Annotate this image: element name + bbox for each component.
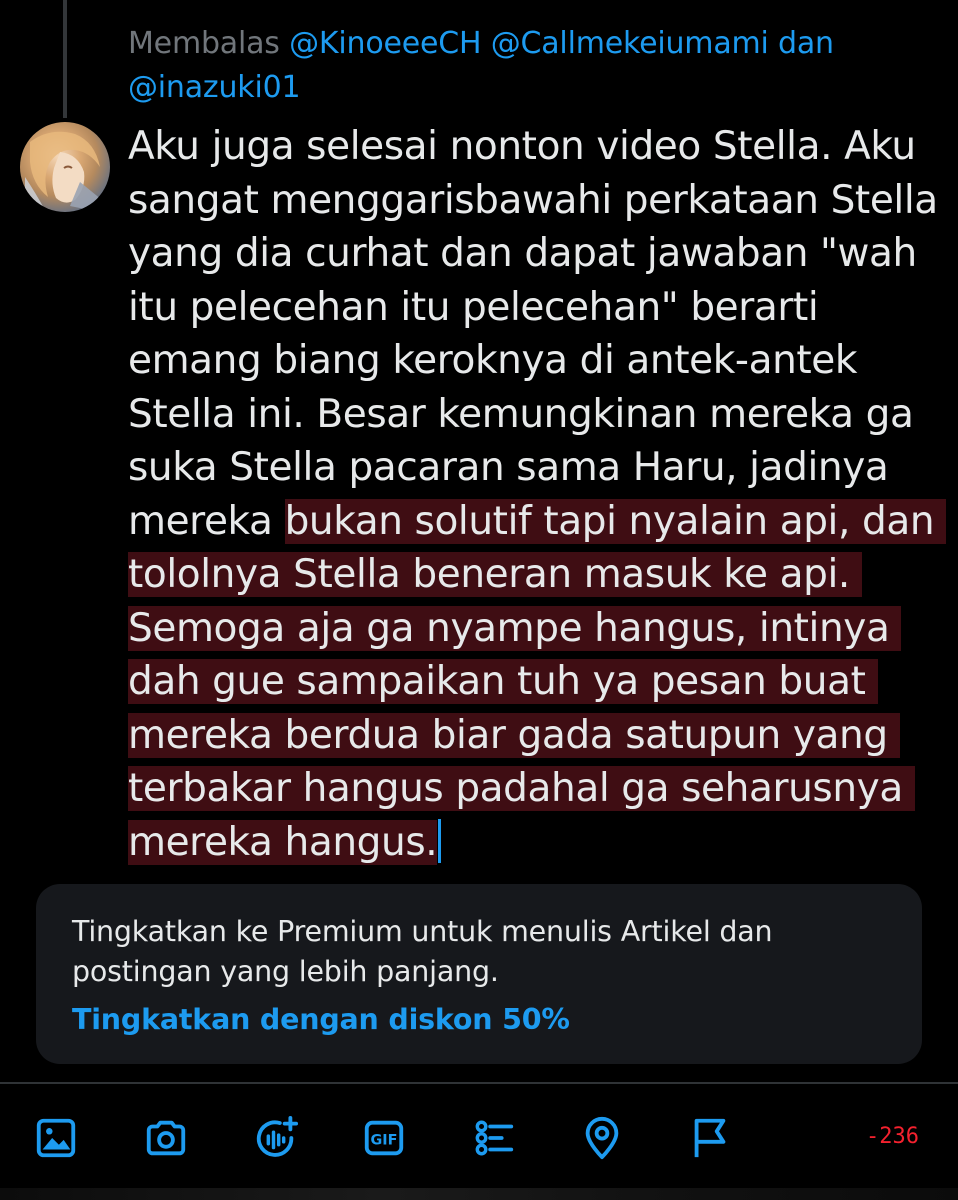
reply-text-within-limit: Aku juga selesai nonton video Stella. Ak… xyxy=(128,124,950,544)
mention-conjunction[interactable]: dan xyxy=(778,26,834,61)
character-counter: -236 xyxy=(866,1124,919,1149)
replying-to-line: Membalas @KinoeeeCH @Callmekeiumami dan @… xyxy=(128,22,938,110)
thread-line xyxy=(63,0,67,118)
poll-button[interactable] xyxy=(468,1112,520,1164)
flag-icon xyxy=(694,1118,726,1158)
mention-kinoeeech[interactable]: @KinoeeeCH xyxy=(289,26,481,61)
reply-composer-screen: Membalas @KinoeeeCH @Callmekeiumami dan @… xyxy=(0,0,958,1200)
gif-icon-label: GIF xyxy=(371,1133,398,1149)
flag-button[interactable] xyxy=(684,1112,736,1164)
avatar[interactable] xyxy=(20,122,110,212)
toolbar-divider xyxy=(0,1082,958,1084)
reply-text-over-limit: bukan solutif tapi nyalain api, dan tolo… xyxy=(128,498,947,865)
replying-to-label: Membalas xyxy=(128,26,280,61)
poll-icon xyxy=(475,1120,514,1156)
background-sliver xyxy=(0,1188,958,1200)
camera-button[interactable] xyxy=(140,1112,192,1164)
avatar-image xyxy=(25,131,102,210)
premium-upsell-card: Tingkatkan ke Premium untuk menulis Arti… xyxy=(36,884,922,1064)
image-icon xyxy=(36,1118,76,1158)
premium-upsell-message: Tingkatkan ke Premium untuk menulis Arti… xyxy=(72,915,773,988)
mention-inazuki01[interactable]: @inazuki01 xyxy=(128,70,301,105)
text-caret xyxy=(438,818,442,863)
mention-callmekeiumami[interactable]: @Callmekeiumami xyxy=(491,26,769,61)
reply-text-input[interactable]: Aku juga selesai nonton video Stella. Ak… xyxy=(128,120,948,869)
media-button[interactable] xyxy=(30,1112,82,1164)
voice-button[interactable] xyxy=(250,1112,302,1164)
gif-icon: GIF xyxy=(364,1120,404,1156)
location-icon xyxy=(585,1116,619,1160)
camera-icon xyxy=(146,1120,186,1156)
composer-toolbar: GIF xyxy=(0,1100,958,1180)
gif-button[interactable]: GIF xyxy=(358,1112,410,1164)
grok-voice-icon xyxy=(256,1115,299,1157)
premium-upgrade-link[interactable]: Tingkatkan dengan diskon 50% xyxy=(72,1000,886,1040)
location-button[interactable] xyxy=(576,1112,628,1164)
